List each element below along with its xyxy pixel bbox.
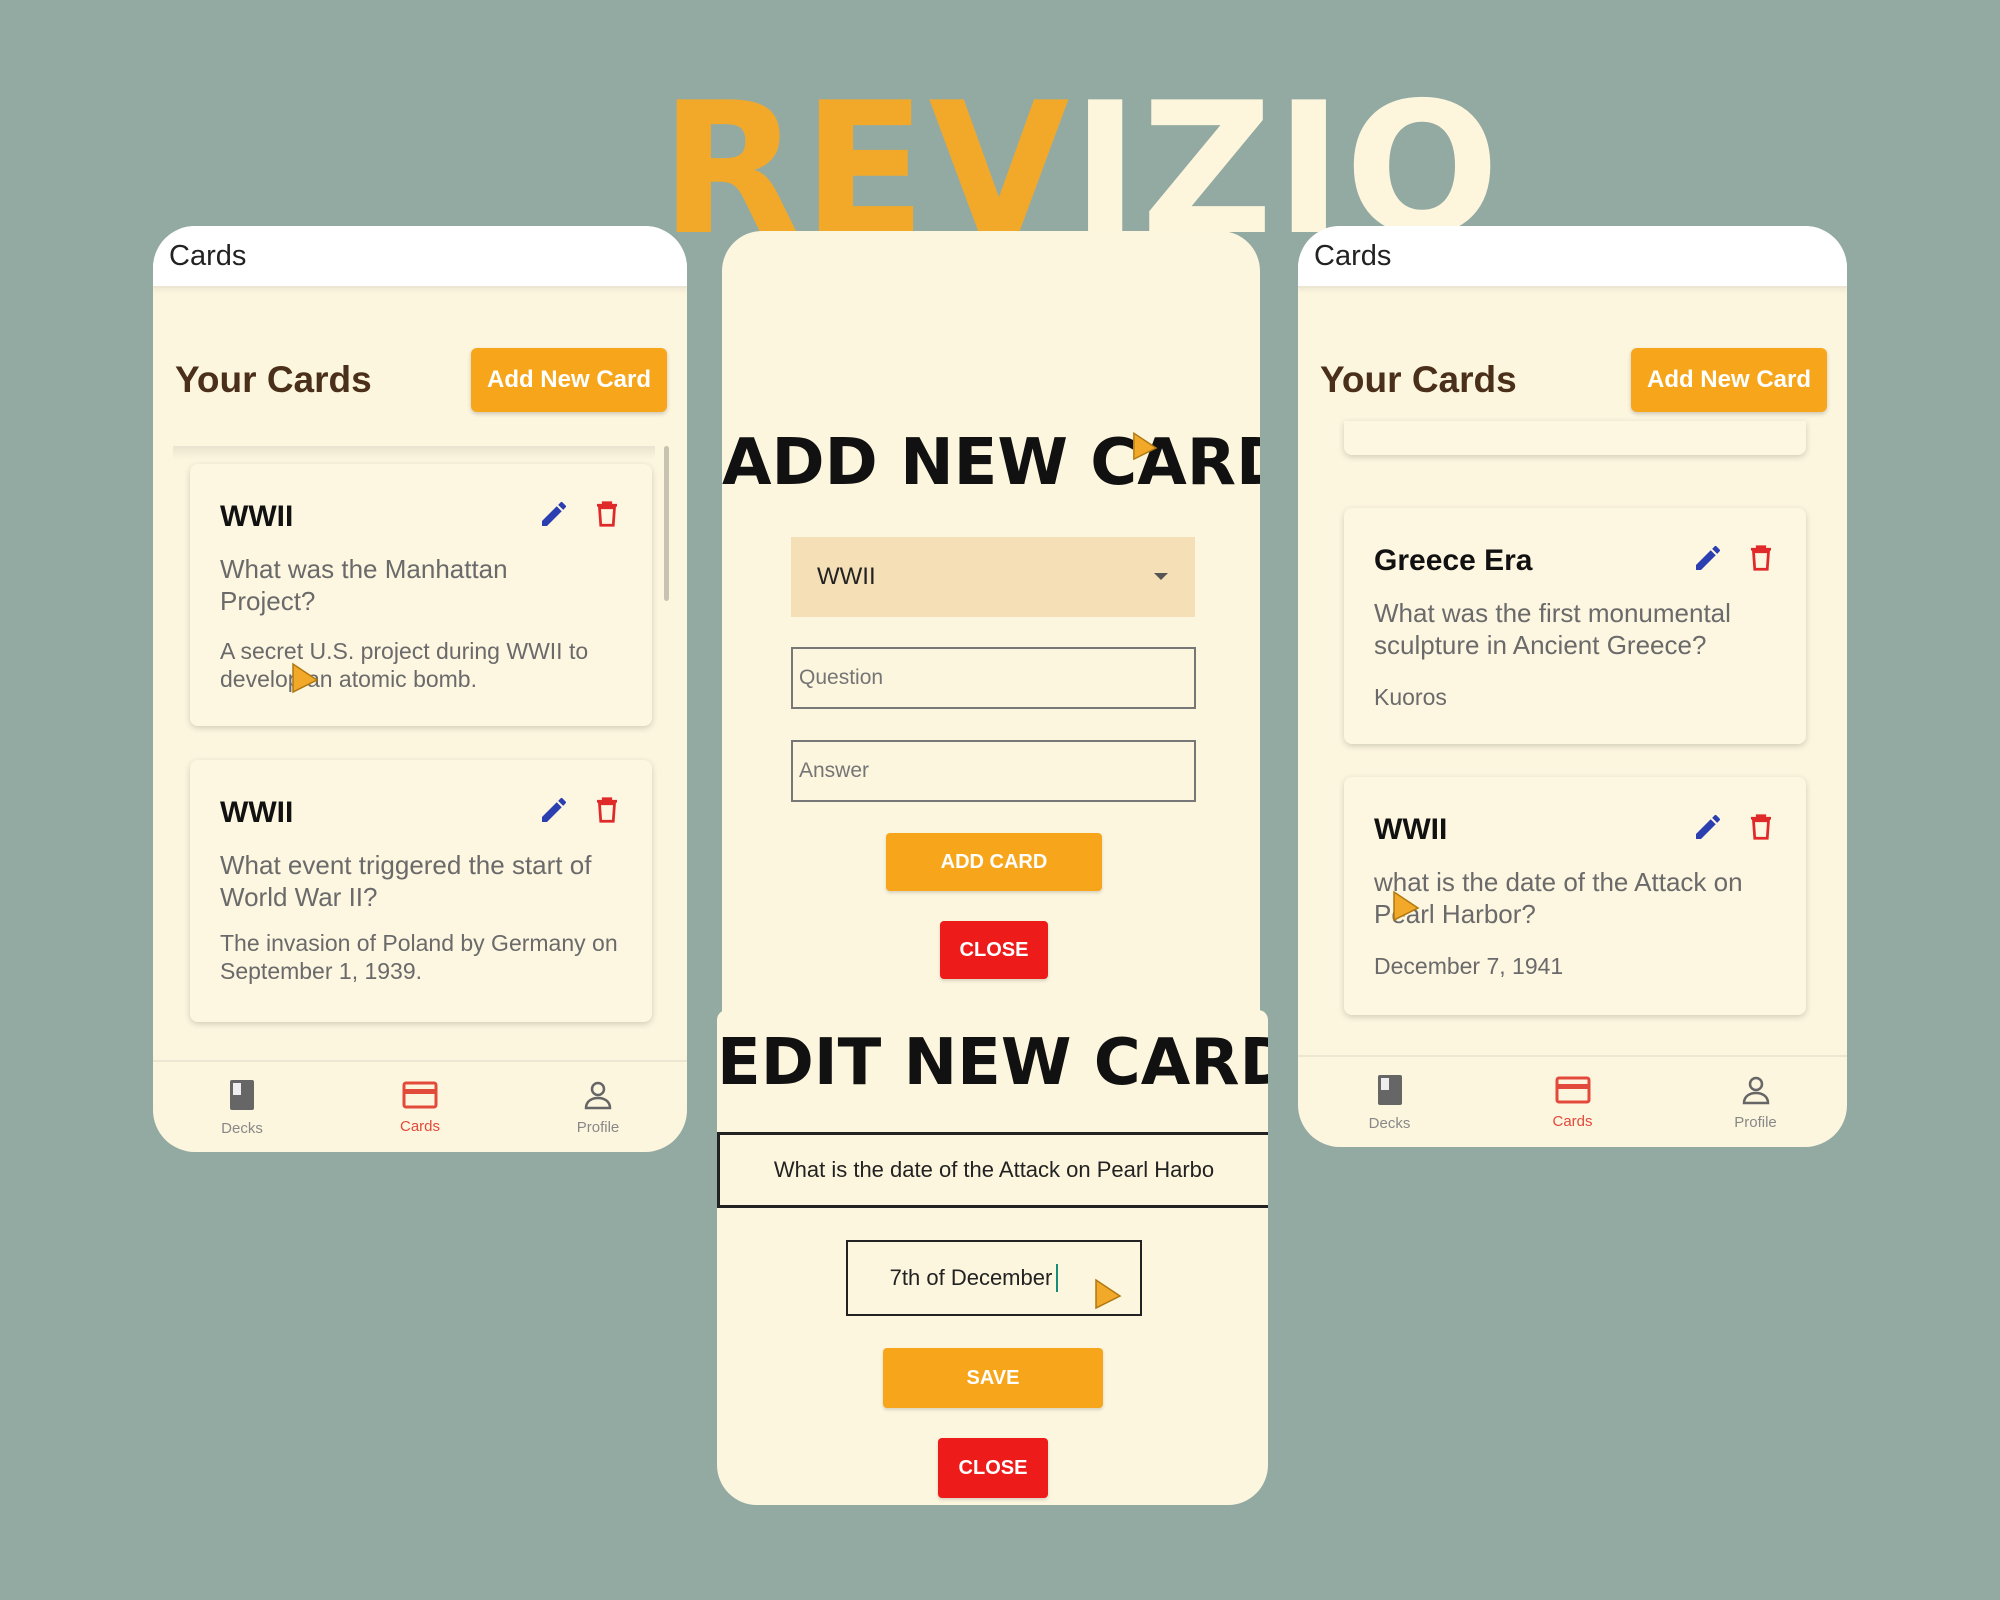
- cards-screen-left: Cards Your Cards Add New Card WWII What …: [153, 226, 687, 1152]
- edit-question-input[interactable]: What is the date of the Attack on Pearl …: [717, 1132, 1268, 1208]
- nav-label: Cards: [1552, 1112, 1593, 1130]
- add-card-button[interactable]: ADD CARD: [886, 833, 1102, 891]
- card-answer: December 7, 1941: [1374, 953, 1564, 979]
- app-bar-title: Cards: [169, 239, 247, 272]
- deck-select[interactable]: WWII: [791, 537, 1195, 617]
- dropdown-arrow-icon: [1154, 573, 1168, 580]
- page-title: Your Cards: [1320, 359, 1517, 400]
- edit-pencil-icon[interactable]: [538, 498, 570, 535]
- cards-header: Your Cards Add New Card: [153, 348, 687, 412]
- delete-trash-icon[interactable]: [1746, 542, 1776, 579]
- nav-cards[interactable]: Cards: [360, 1080, 480, 1135]
- form-title: ADD NEW CARD: [722, 426, 1260, 500]
- delete-trash-icon[interactable]: [592, 498, 622, 535]
- card-item-partial[interactable]: [1344, 421, 1806, 455]
- card-answer: Kuoros: [1374, 684, 1447, 710]
- text-caret: [1056, 1264, 1059, 1292]
- nav-cards[interactable]: Cards: [1513, 1075, 1633, 1130]
- edit-pencil-icon[interactable]: [1692, 542, 1724, 579]
- question-input[interactable]: [791, 647, 1196, 709]
- card-question: What was the Manhattan Project?: [220, 554, 508, 616]
- cards-header: Your Cards Add New Card: [1298, 348, 1847, 412]
- edit-pencil-icon[interactable]: [1692, 811, 1724, 848]
- deck-select-value: WWII: [817, 563, 876, 590]
- mouse-cursor-icon: [1095, 1278, 1122, 1310]
- mouse-cursor-icon: [292, 662, 319, 694]
- nav-decks[interactable]: Decks: [182, 1078, 302, 1137]
- card-answer: A secret U.S. project during WWII to dev…: [220, 638, 589, 692]
- scrollbar[interactable]: [664, 446, 669, 601]
- page-title: Your Cards: [175, 359, 372, 400]
- book-icon: [1377, 1074, 1402, 1105]
- close-button[interactable]: CLOSE: [938, 1438, 1048, 1498]
- form-title: EDIT NEW CARD: [717, 1026, 1268, 1100]
- book-icon: [230, 1079, 254, 1110]
- card-question: what is the date of the Attack on Pearl …: [1374, 867, 1743, 929]
- mouse-cursor-icon: [1133, 431, 1158, 461]
- person-icon: [584, 1081, 612, 1109]
- nav-label: Profile: [576, 1118, 620, 1136]
- nav-label: Decks: [221, 1119, 263, 1137]
- list-top-fade: [173, 446, 655, 460]
- card-icon: [1555, 1076, 1590, 1103]
- edit-pencil-icon[interactable]: [538, 794, 570, 831]
- nav-decks[interactable]: Decks: [1330, 1073, 1450, 1132]
- nav-profile[interactable]: Profile: [1696, 1074, 1816, 1131]
- card-answer: The invasion of Poland by Germany on Sep…: [220, 930, 618, 984]
- card-question: What was the first monumental sculpture …: [1374, 598, 1731, 660]
- person-icon: [1742, 1076, 1769, 1104]
- add-new-card-button[interactable]: Add New Card: [470, 348, 667, 412]
- delete-trash-icon[interactable]: [592, 794, 622, 831]
- card-item[interactable]: Greece Era What was the first monumental…: [1344, 508, 1806, 744]
- bottom-nav: Decks Cards Profile: [1298, 1055, 1847, 1147]
- card-deck-name: WWII: [220, 795, 294, 829]
- card-deck-name: WWII: [220, 499, 294, 533]
- cards-screen-right: Cards Your Cards Add New Card Greece Era…: [1298, 226, 1847, 1147]
- close-button[interactable]: CLOSE: [940, 921, 1048, 979]
- card-question: What event triggered the start of World …: [220, 850, 592, 912]
- edit-answer-value: 7th of December: [889, 1265, 1053, 1290]
- answer-input[interactable]: [791, 740, 1196, 802]
- bottom-nav: Decks Cards Profile: [153, 1060, 687, 1152]
- app-bar-title: Cards: [1314, 239, 1392, 272]
- save-button[interactable]: SAVE: [883, 1348, 1103, 1408]
- card-item[interactable]: WWII What event triggered the start of W…: [190, 760, 652, 1022]
- edit-card-form: EDIT NEW CARD What is the date of the At…: [717, 1010, 1268, 1505]
- card-item[interactable]: WWII What was the Manhattan Project? A s…: [190, 464, 652, 726]
- card-deck-name: WWII: [1374, 812, 1448, 846]
- app-bar: Cards: [153, 226, 687, 288]
- app-bar: Cards: [1298, 226, 1847, 288]
- mouse-cursor-icon: [1393, 890, 1420, 922]
- card-icon: [402, 1081, 438, 1108]
- nav-label: Profile: [1734, 1113, 1777, 1131]
- delete-trash-icon[interactable]: [1746, 811, 1776, 848]
- add-new-card-button[interactable]: Add New Card: [1630, 348, 1827, 412]
- nav-profile[interactable]: Profile: [538, 1079, 658, 1136]
- nav-label: Decks: [1368, 1114, 1411, 1132]
- nav-label: Cards: [399, 1117, 440, 1135]
- card-deck-name: Greece Era: [1374, 543, 1533, 577]
